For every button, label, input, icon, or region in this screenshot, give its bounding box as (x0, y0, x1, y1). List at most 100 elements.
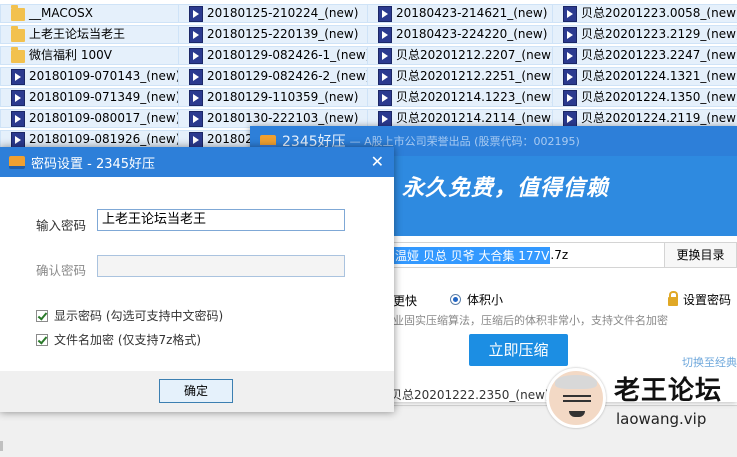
radio-selected-icon[interactable] (450, 294, 461, 305)
show-password-checkbox[interactable]: 显示密码 (勾选可支持中文密码) (36, 307, 223, 324)
output-path-field[interactable]: 温娅 贝总 贝爷 大合集 177V .7z (393, 242, 665, 268)
video-file-icon (378, 26, 392, 43)
set-password-link[interactable]: 设置密码 (668, 290, 732, 308)
resize-grip (0, 441, 3, 451)
avatar-hair (555, 375, 597, 389)
file-item[interactable]: 20180109-080017_(new) (0, 109, 186, 128)
file-item[interactable]: 贝总20201223.0058_(new) (552, 4, 737, 23)
file-name: 20180423-214621_(new) (396, 6, 548, 20)
file-item[interactable]: 20180109-070143_(new) (0, 67, 186, 86)
video-file-icon (378, 89, 392, 106)
password-input[interactable]: 上老王论坛当老王 (97, 209, 345, 231)
video-file-icon (563, 47, 577, 64)
file-item[interactable]: 20180423-224220_(new) (367, 25, 561, 44)
video-file-icon (189, 5, 203, 22)
file-item[interactable]: 贝总20201224.1350_(new) (552, 88, 737, 107)
file-name: 20180125-220139_(new) (207, 27, 359, 41)
output-path-extension: .7z (550, 248, 569, 262)
file-item[interactable]: 20180129-110359_(new) (178, 88, 376, 107)
confirm-password-input[interactable] (97, 255, 345, 277)
encrypt-names-label: 文件名加密 (仅支持7z格式) (54, 333, 202, 347)
file-item[interactable]: 上老王论坛当老王 (0, 25, 186, 44)
ok-button[interactable]: 确定 (159, 379, 233, 403)
app-logo-icon (260, 134, 276, 148)
watermark: 老王论坛 laowang.vip (546, 366, 737, 436)
dialog-title: 密码设置 - 2345好压 (31, 156, 156, 172)
video-file-icon (563, 68, 577, 85)
file-name: 20180130-222103_(new) (207, 111, 359, 125)
video-file-icon (563, 89, 577, 106)
folder-icon (11, 25, 25, 42)
set-password-label: 设置密码 (683, 293, 732, 307)
option-smaller[interactable]: 体积小 (450, 291, 503, 308)
file-column-1: __MACOSX 上老王论坛当老王 微信福利 100V 20180109-070… (0, 4, 186, 151)
video-file-icon (378, 5, 392, 22)
file-item[interactable]: 贝总20201214.1223_(new) (367, 88, 561, 107)
file-name: 20180109-071349_(new) (29, 90, 181, 104)
video-file-icon (189, 68, 203, 85)
file-name: 贝总20201224.2119_(new) (581, 111, 737, 125)
video-file-icon (189, 110, 203, 127)
folder-icon (11, 4, 25, 21)
file-item[interactable]: 微信福利 100V (0, 46, 186, 65)
file-name: 贝总20201223.2247_(new) (581, 48, 737, 62)
encrypt-names-checkbox[interactable]: 文件名加密 (仅支持7z格式) (36, 331, 201, 348)
file-column-4: 贝总20201223.0058_(new) 贝总20201223.2129_(n… (552, 4, 737, 130)
video-file-icon (11, 89, 25, 106)
output-path-selected: 温娅 贝总 贝爷 大合集 177V (394, 246, 551, 264)
app-logo-icon (9, 155, 25, 169)
close-icon[interactable]: ✕ (371, 152, 384, 171)
avatar-mouth (569, 411, 585, 417)
file-item[interactable]: 贝总20201223.2129_(new) (552, 25, 737, 44)
file-item[interactable]: 贝总20201223.2247_(new) (552, 46, 737, 65)
option-smaller-label: 体积小 (467, 293, 504, 307)
video-file-icon (378, 47, 392, 64)
confirm-password-label: 确认密码 (36, 263, 87, 278)
lock-icon (668, 290, 678, 306)
avatar-glasses (563, 395, 591, 402)
option-faster[interactable]: 更快 (393, 292, 417, 309)
file-name: 贝总20201214.1223_(new) (396, 90, 556, 104)
option-description: 业固实压缩算法，压缩后的体积非常小，支持文件名加密 (393, 314, 668, 327)
file-item[interactable]: 贝总20201224.1321_(new) (552, 67, 737, 86)
compress-now-button[interactable]: 立即压缩 (469, 334, 568, 366)
video-file-icon (11, 68, 25, 85)
change-directory-button[interactable]: 更换目录 (664, 242, 737, 268)
avatar-logo (546, 368, 606, 428)
file-name: 20180125-210224_(new) (207, 6, 359, 20)
file-name: 贝总20201214.2114_(new) (396, 111, 556, 125)
file-name: __MACOSX (29, 6, 94, 20)
password-label: 输入密码 (36, 218, 87, 233)
file-name: 贝总20201222.2350_(new) (390, 388, 550, 402)
file-item[interactable]: 20180129-082426-2_(new) (178, 67, 376, 86)
file-name: 贝总20201223.2129_(new) (581, 27, 737, 41)
video-file-icon (378, 68, 392, 85)
file-item[interactable]: 20180125-210224_(new) (178, 4, 376, 23)
video-file-icon (11, 131, 25, 148)
file-name: 贝总20201223.0058_(new) (581, 6, 737, 20)
file-item[interactable]: 贝总20201212.2251_(new) (367, 67, 561, 86)
file-column-3: 20180423-214621_(new) 20180423-224220_(n… (367, 4, 561, 130)
video-file-icon (378, 110, 392, 127)
file-item[interactable]: __MACOSX (0, 4, 186, 23)
dialog-title-bar[interactable]: 密码设置 - 2345好压 ✕ (0, 147, 394, 177)
video-file-icon (189, 89, 203, 106)
video-file-icon (189, 26, 203, 43)
file-item[interactable]: 20180109-071349_(new) (0, 88, 186, 107)
file-item[interactable]: 20180423-214621_(new) (367, 4, 561, 23)
dialog-body: 输入密码 上老王论坛当老王 确认密码 显示密码 (勾选可支持中文密码) 文件名加… (0, 177, 394, 371)
file-name: 贝总20201212.2207_(new) (396, 48, 556, 62)
file-name: 20180109-081926_(new) (29, 132, 181, 146)
file-item[interactable]: 20180129-082426-1_(new) (178, 46, 376, 65)
checkbox-checked-icon[interactable] (36, 309, 48, 322)
file-name: 贝总20201224.1321_(new) (581, 69, 737, 83)
file-name: 20180129-110359_(new) (207, 90, 359, 104)
checkbox-checked-icon[interactable] (36, 333, 48, 346)
file-name: 20180423-224220_(new) (396, 27, 548, 41)
folder-icon (11, 46, 25, 63)
file-name: 微信福利 100V (29, 48, 112, 62)
file-name: 20180109-070143_(new) (29, 69, 181, 83)
file-item[interactable]: 20180125-220139_(new) (178, 25, 376, 44)
file-item[interactable]: 贝总20201212.2207_(new) (367, 46, 561, 65)
banner-slogan: 永久免费，值得信赖 (402, 176, 610, 201)
